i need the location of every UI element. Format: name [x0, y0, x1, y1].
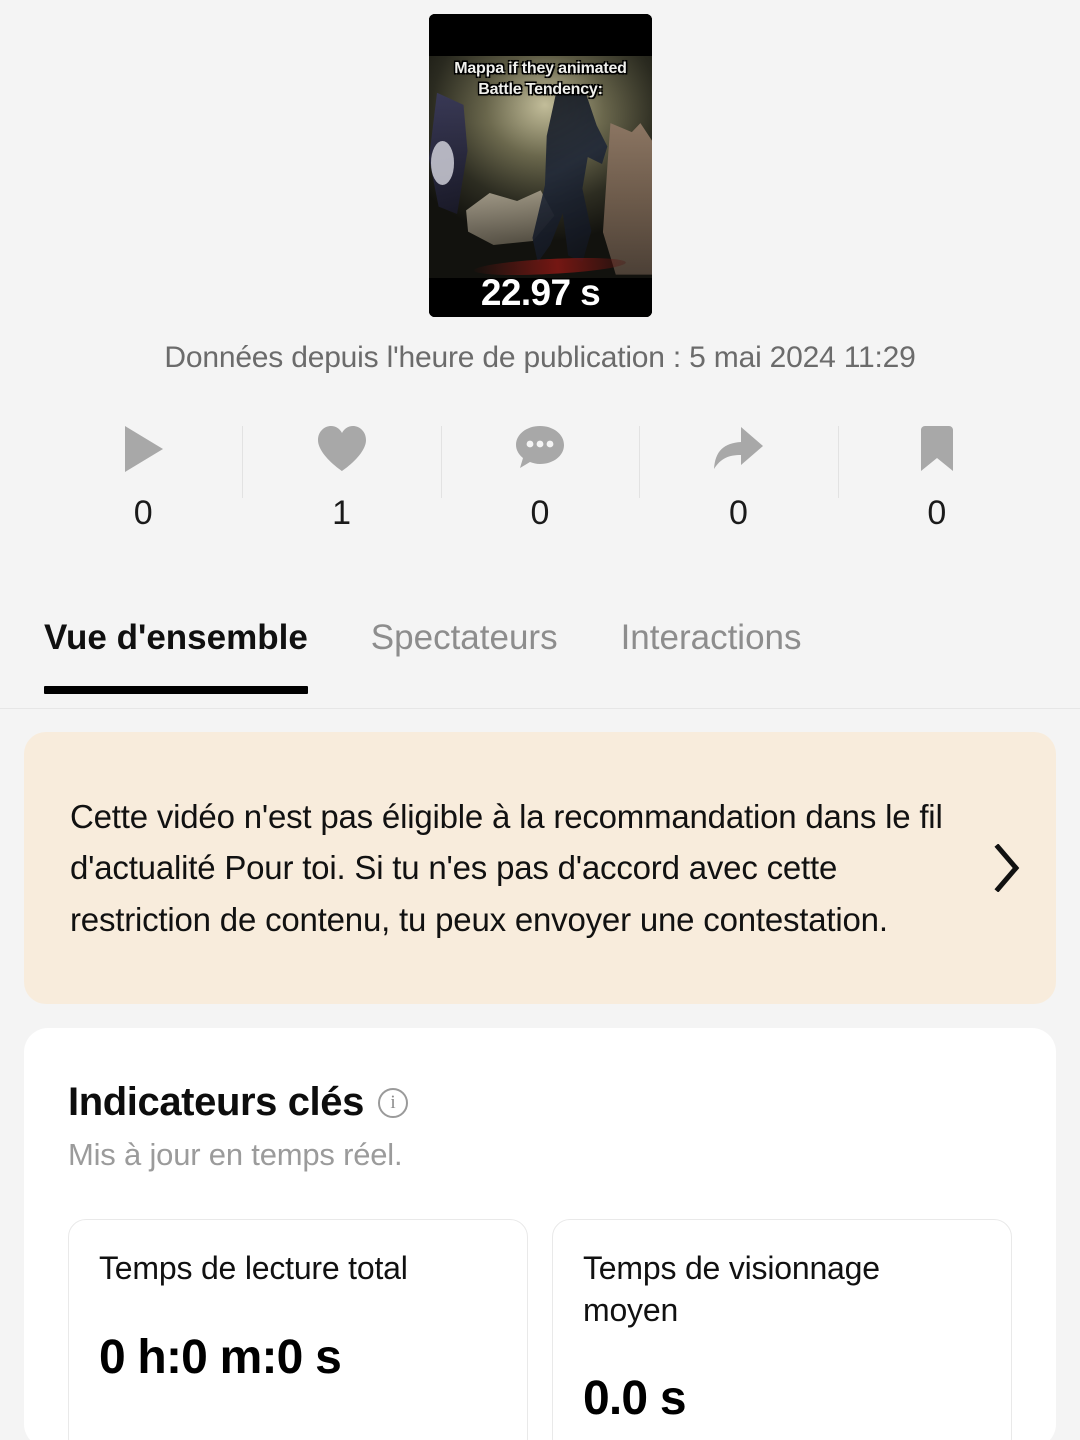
thumbnail-caption-line2: Battle Tendency: [478, 80, 603, 98]
stat-saves[interactable]: 0 [837, 418, 1036, 533]
stat-shares[interactable]: 0 [639, 418, 837, 533]
metric-value: 0.0 s [583, 1372, 687, 1426]
video-duration: 22.97 s [480, 272, 601, 313]
publish-time-label: Données depuis l'heure de publication : … [164, 341, 916, 374]
thumbnail-caption: Mappa if they animated Battle Tendency: [429, 59, 652, 100]
tab-divider [0, 708, 1080, 709]
stat-shares-value: 0 [728, 494, 748, 532]
bookmark-icon [919, 418, 955, 480]
share-icon [711, 418, 765, 480]
stat-likes-value: 1 [332, 494, 352, 532]
ineligibility-banner[interactable]: Cette vidéo n'est pas éligible à la reco… [24, 732, 1056, 1004]
comment-icon [514, 418, 566, 480]
chevron-right-icon[interactable] [980, 844, 1034, 892]
metric-label: Temps de lecture total [99, 1250, 408, 1286]
stats-row: 0 1 0 0 0 [44, 418, 1036, 533]
thumbnail-rock [602, 123, 652, 275]
heart-icon [316, 418, 368, 480]
stat-plays-value: 0 [133, 494, 153, 532]
tab-bar: Vue d'ensemble Spectateurs Interactions [0, 612, 1080, 708]
stat-likes[interactable]: 1 [242, 418, 440, 533]
key-metrics-subtitle: Mis à jour en temps réel. [68, 1137, 403, 1172]
analytics-page: Mappa if they animated Battle Tendency: … [0, 0, 1080, 1440]
tab-interactions[interactable]: Interactions [588, 612, 832, 658]
metric-grid: Temps de lecture total 0 h:0 m:0 s Temps… [68, 1219, 1012, 1440]
stat-comments[interactable]: 0 [440, 418, 639, 533]
thumbnail-figure-left [429, 92, 468, 214]
stat-plays[interactable]: 0 [44, 418, 242, 533]
metric-label: Temps de visionnage moyen [583, 1250, 880, 1328]
key-metrics-card: Indicateurs clés i Mis à jour en temps r… [24, 1028, 1056, 1440]
ineligibility-banner-text: Cette vidéo n'est pas éligible à la reco… [70, 797, 943, 938]
stat-comments-value: 0 [530, 494, 550, 532]
thumbnail-figure-main [532, 86, 608, 263]
key-metrics-header: Indicateurs clés i [68, 1080, 1012, 1125]
tab-overview[interactable]: Vue d'ensemble [44, 612, 338, 694]
video-thumbnail[interactable]: Mappa if they animated Battle Tendency: … [429, 14, 652, 317]
metric-value: 0 h:0 m:0 s [99, 1330, 342, 1384]
thumbnail-caption-line1: Mappa if they animated [454, 60, 627, 78]
info-icon[interactable]: i [377, 1087, 408, 1118]
stat-saves-value: 0 [927, 494, 947, 532]
tab-viewers[interactable]: Spectateurs [338, 612, 588, 658]
thumbnail-letterbox-top [429, 14, 652, 57]
metric-total-play-time[interactable]: Temps de lecture total 0 h:0 m:0 s [68, 1219, 528, 1440]
play-icon [121, 418, 165, 480]
metric-average-watch-time[interactable]: Temps de visionnage moyen 0.0 s [552, 1219, 1012, 1440]
key-metrics-title: Indicateurs clés [68, 1080, 364, 1124]
